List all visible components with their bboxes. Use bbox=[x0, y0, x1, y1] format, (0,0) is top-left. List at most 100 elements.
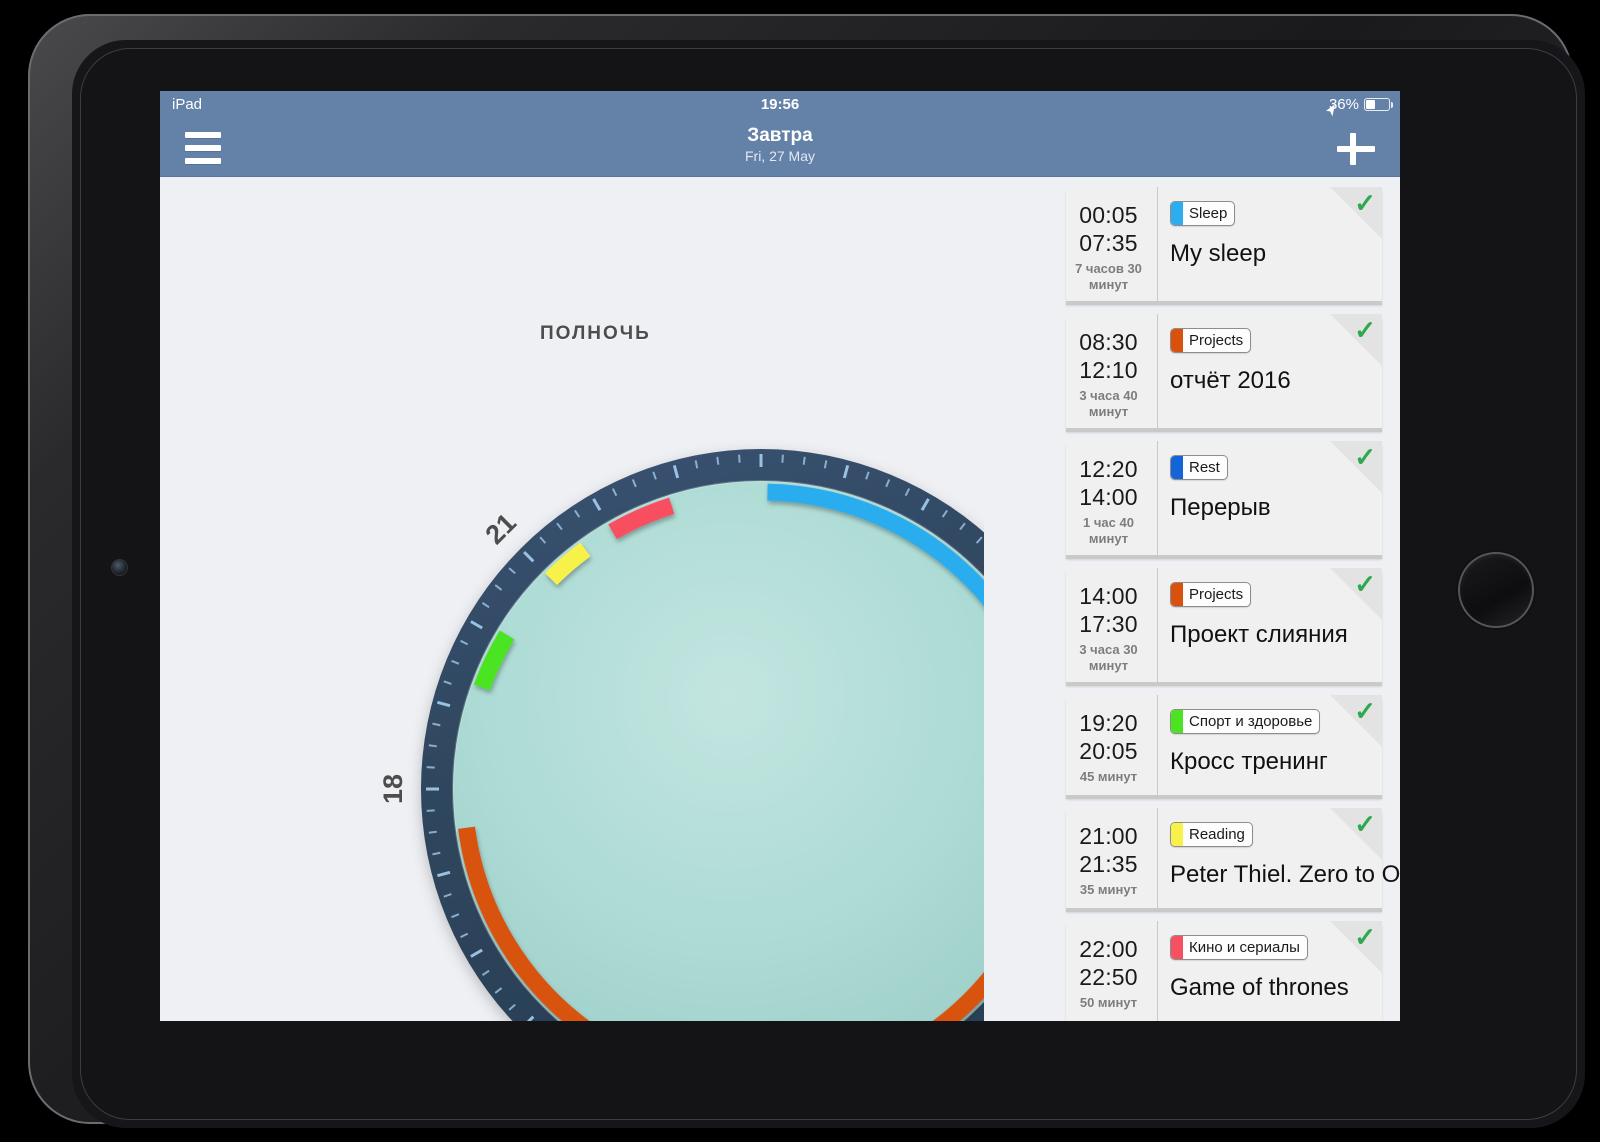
category-color-swatch bbox=[1171, 823, 1183, 846]
event-duration: 3 часа 30 минут bbox=[1079, 642, 1138, 673]
dial-hour-label-18: 18 bbox=[378, 774, 408, 804]
home-button[interactable] bbox=[1460, 554, 1532, 626]
event-card[interactable]: 08:30 12:10 3 часа 40 минут Projects отчёт 2… bbox=[1066, 314, 1382, 428]
event-duration: 3 часа 40 минут bbox=[1079, 388, 1138, 419]
event-end-time: 12:10 bbox=[1079, 357, 1138, 383]
check-icon: ✓ bbox=[1354, 809, 1376, 839]
event-title: Проект слияния bbox=[1170, 621, 1348, 648]
main-content: 369151821 ПОЛНОЧЬ ПОЛДЕНЬ 00:0507:357 ча… bbox=[160, 177, 1400, 1021]
event-time-block: 19:20 20:05 45 минут bbox=[1066, 695, 1158, 795]
event-title: Кросс тренинг bbox=[1170, 748, 1328, 775]
plus-icon[interactable] bbox=[1334, 127, 1378, 171]
event-start-time: 21:00 bbox=[1079, 823, 1138, 849]
check-icon: ✓ bbox=[1354, 696, 1376, 726]
menu-bar-2 bbox=[185, 145, 221, 151]
event-title: Peter Thiel. Zero to One bbox=[1170, 861, 1400, 888]
category-color-swatch bbox=[1171, 710, 1183, 733]
category-label: Reading bbox=[1189, 826, 1245, 843]
event-completed-checkmark[interactable]: ✓ bbox=[1330, 314, 1382, 366]
event-end-time: 17:30 bbox=[1079, 611, 1138, 637]
event-category-badge[interactable]: Reading bbox=[1170, 822, 1253, 847]
dial-tick bbox=[716, 456, 720, 465]
dial-hour-label-21: 21 bbox=[480, 508, 522, 550]
app-screen: iPad 19:56 36% Завтра Fri, 27 May 18 21 … bbox=[160, 91, 1400, 1021]
category-color-swatch bbox=[1171, 329, 1183, 352]
event-start-time: 00:05 bbox=[1079, 202, 1138, 228]
check-icon: ✓ bbox=[1354, 922, 1376, 952]
event-category-badge[interactable]: Projects bbox=[1170, 582, 1252, 607]
page-title: Завтра bbox=[747, 125, 813, 146]
event-card[interactable]: 21:00 21:35 35 минут Reading Peter Thiel. Ze… bbox=[1066, 808, 1400, 908]
event-start-time: 12:20 bbox=[1079, 456, 1138, 482]
event-title: Game of thrones bbox=[1170, 974, 1349, 1001]
event-category-badge[interactable]: Rest bbox=[1170, 455, 1228, 480]
dial-tick bbox=[781, 454, 784, 463]
category-label: Projects bbox=[1189, 332, 1244, 349]
front-camera bbox=[112, 560, 127, 575]
event-completed-checkmark[interactable]: ✓ bbox=[1330, 568, 1382, 620]
event-list[interactable]: 00:05 07:35 7 часов 30 минут Sleep My sleep ✓… bbox=[1026, 177, 1400, 1021]
status-right-group: 36% bbox=[1324, 91, 1393, 118]
dial-tick bbox=[802, 456, 806, 465]
status-clock: 19:56 bbox=[760, 96, 800, 113]
event-category-badge[interactable]: Sleep bbox=[1170, 201, 1236, 226]
category-label: Кино и сериалы bbox=[1189, 939, 1300, 956]
event-end-time: 20:05 bbox=[1079, 738, 1138, 764]
event-completed-checkmark[interactable]: ✓ bbox=[1330, 695, 1382, 747]
day-clock-dial[interactable]: 369151821 ПОЛНОЧЬ ПОЛДЕНЬ bbox=[160, 177, 1030, 1021]
dial-tick bbox=[426, 809, 435, 812]
event-time-block: 00:05 07:35 7 часов 30 минут bbox=[1066, 187, 1158, 301]
menu-bar-1 bbox=[185, 132, 221, 138]
event-card[interactable]: 19:20 20:05 45 минут Спорт и здоровье Кросс … bbox=[1066, 695, 1382, 795]
dial-midnight-label: ПОЛНОЧЬ bbox=[540, 323, 651, 344]
battery-icon bbox=[1364, 98, 1393, 111]
hamburger-menu-icon[interactable] bbox=[180, 128, 226, 168]
nav-title-block: Завтра Fri, 27 May bbox=[160, 124, 1400, 165]
event-title: My sleep bbox=[1170, 240, 1267, 267]
event-duration: 50 минут bbox=[1079, 995, 1138, 1010]
check-icon: ✓ bbox=[1354, 569, 1376, 599]
event-duration: 45 минут bbox=[1079, 769, 1138, 784]
check-icon: ✓ bbox=[1354, 442, 1376, 472]
event-time-block: 21:00 21:35 35 минут bbox=[1066, 808, 1158, 908]
event-start-time: 19:20 bbox=[1079, 710, 1138, 736]
dial-tick bbox=[738, 454, 741, 463]
event-category-badge[interactable]: Projects bbox=[1170, 328, 1252, 353]
category-label: Rest bbox=[1189, 459, 1220, 476]
event-completed-checkmark[interactable]: ✓ bbox=[1330, 808, 1382, 860]
event-time-block: 14:00 17:30 3 часа 30 минут bbox=[1066, 568, 1158, 682]
dial-tick bbox=[428, 830, 437, 834]
event-start-time: 14:00 bbox=[1079, 583, 1138, 609]
event-duration: 35 минут bbox=[1079, 882, 1138, 897]
event-completed-checkmark[interactable]: ✓ bbox=[1330, 441, 1382, 493]
dial-tick bbox=[428, 744, 437, 748]
event-title: Перерыв bbox=[1170, 494, 1271, 521]
category-color-swatch bbox=[1171, 202, 1183, 225]
event-category-badge[interactable]: Спорт и здоровье bbox=[1170, 709, 1321, 734]
event-end-time: 07:35 bbox=[1079, 230, 1138, 256]
event-card[interactable]: 00:05 07:35 7 часов 30 минут Sleep My sleep ✓ bbox=[1066, 187, 1382, 301]
event-start-time: 08:30 bbox=[1079, 329, 1138, 355]
event-end-time: 21:35 bbox=[1079, 851, 1138, 877]
menu-bar-3 bbox=[185, 158, 221, 164]
check-icon: ✓ bbox=[1354, 315, 1376, 345]
category-color-swatch bbox=[1171, 936, 1183, 959]
event-card[interactable]: 22:00 22:50 50 минут Кино и сериалы Game of … bbox=[1066, 921, 1382, 1021]
event-card[interactable]: 14:00 17:30 3 часа 30 минут Projects Проект … bbox=[1066, 568, 1382, 682]
nav-bar: Завтра Fri, 27 May bbox=[160, 118, 1400, 177]
event-duration: 7 часов 30 минут bbox=[1075, 261, 1142, 292]
event-time-block: 22:00 22:50 50 минут bbox=[1066, 921, 1158, 1021]
category-color-swatch bbox=[1171, 583, 1183, 606]
event-category-badge[interactable]: Кино и сериалы bbox=[1170, 935, 1308, 960]
check-icon: ✓ bbox=[1354, 188, 1376, 218]
event-time-block: 08:30 12:10 3 часа 40 минут bbox=[1066, 314, 1158, 428]
event-card[interactable]: 12:20 14:00 1 час 40 минут Rest Перерыв ✓ bbox=[1066, 441, 1382, 555]
event-time-block: 12:20 14:00 1 час 40 минут bbox=[1066, 441, 1158, 555]
event-completed-checkmark[interactable]: ✓ bbox=[1330, 921, 1382, 973]
event-start-time: 22:00 bbox=[1079, 936, 1138, 962]
event-completed-checkmark[interactable]: ✓ bbox=[1330, 187, 1382, 239]
event-end-time: 14:00 bbox=[1079, 484, 1138, 510]
event-duration: 1 час 40 минут bbox=[1083, 515, 1134, 546]
event-title: отчёт 2016 bbox=[1170, 367, 1291, 394]
category-label: Спорт и здоровье bbox=[1189, 713, 1313, 730]
